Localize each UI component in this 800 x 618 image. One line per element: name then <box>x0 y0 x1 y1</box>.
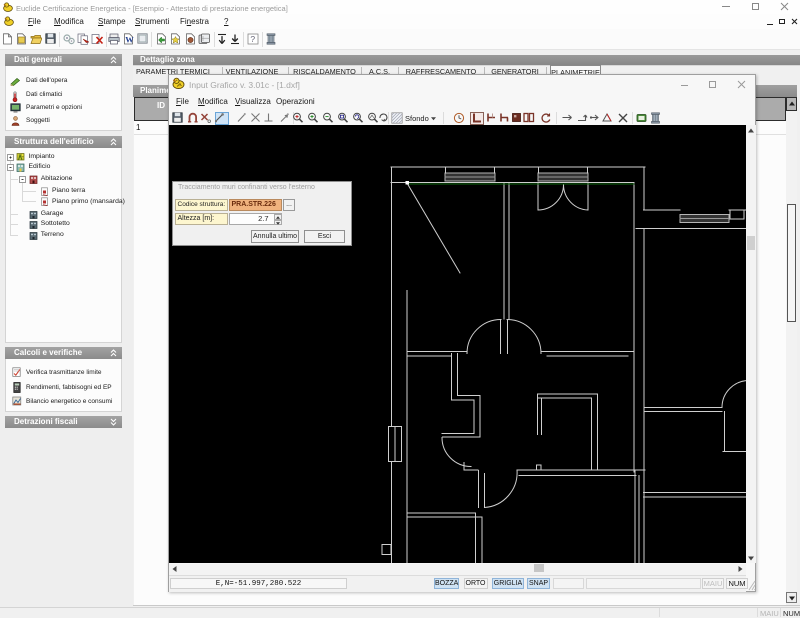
svg-text:?: ? <box>250 34 255 44</box>
svg-text:W: W <box>125 35 134 45</box>
